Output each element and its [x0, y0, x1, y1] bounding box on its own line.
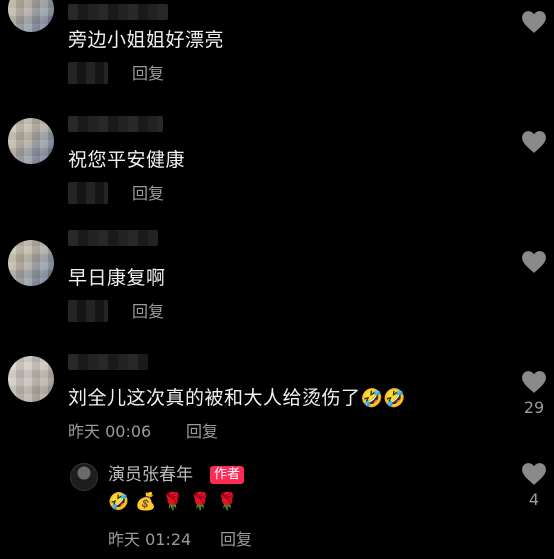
time-mosaic: [68, 182, 108, 204]
reply-button[interactable]: 回复: [132, 302, 164, 322]
heart-icon[interactable]: [521, 130, 547, 154]
time-mosaic: [68, 300, 108, 322]
like-count: 29: [523, 398, 545, 417]
comment-item: 刘全儿这次真的被和大人给烫伤了🤣🤣 昨天 00:06 回复 29: [0, 346, 554, 456]
reply-button[interactable]: 回复: [132, 184, 164, 204]
comment-item: 祝您平安健康 回复: [0, 112, 554, 212]
like-count: 4: [528, 490, 540, 509]
avatar[interactable]: [8, 356, 54, 402]
comment-text[interactable]: 旁边小姐姐好漂亮: [68, 28, 224, 52]
emoji-laugh-icon: 🤣🤣: [360, 388, 407, 409]
avatar[interactable]: [8, 118, 54, 164]
username-mosaic: [68, 116, 163, 132]
comment-text-main: 刘全儿这次真的被和大人给烫伤了: [68, 387, 361, 409]
comment-text[interactable]: 早日康复啊: [68, 266, 166, 290]
comment-item: 早日康复啊 回复: [0, 228, 554, 338]
heart-icon[interactable]: [521, 370, 547, 394]
heart-icon[interactable]: [521, 10, 547, 34]
heart-icon[interactable]: [521, 250, 547, 274]
comment-text[interactable]: 祝您平安健康: [68, 148, 185, 172]
reply-emoji-line[interactable]: 🤣💰🌹🌹🌹: [108, 490, 244, 514]
timestamp: 昨天 00:06: [68, 422, 152, 441]
author-name[interactable]: 演员张春年: [108, 464, 193, 486]
time-mosaic: [68, 62, 108, 84]
username-mosaic: [68, 230, 158, 246]
author-reply: 演员张春年 作者 🤣💰🌹🌹🌹 昨天 01:24 回复 4: [0, 458, 554, 558]
reply-button[interactable]: 回复: [186, 422, 218, 442]
author-avatar[interactable]: [70, 463, 98, 491]
heart-icon[interactable]: [521, 462, 547, 486]
timestamp: 昨天 01:24: [108, 530, 192, 549]
comment-item: 旁边小姐姐好漂亮 回复: [0, 0, 554, 100]
avatar[interactable]: [8, 240, 54, 286]
comment-text[interactable]: 刘全儿这次真的被和大人给烫伤了🤣🤣: [68, 386, 406, 411]
reply-button[interactable]: 回复: [132, 64, 164, 84]
reply-button[interactable]: 回复: [220, 530, 252, 550]
username-mosaic: [68, 4, 168, 20]
author-badge: 作者: [210, 466, 245, 484]
avatar[interactable]: [8, 0, 54, 32]
username-mosaic: [68, 354, 148, 370]
